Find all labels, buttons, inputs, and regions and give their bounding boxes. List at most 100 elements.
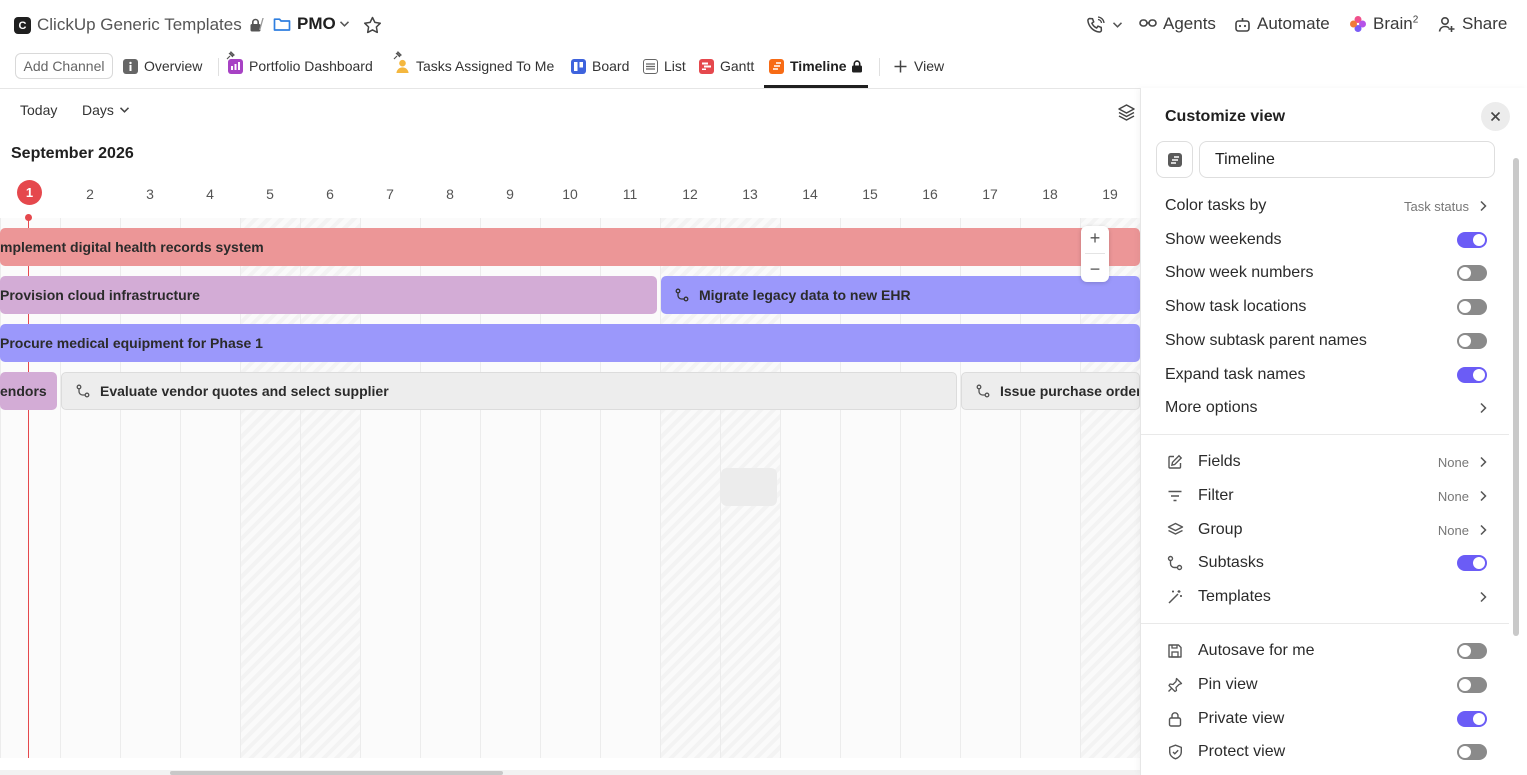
chevron-right-icon xyxy=(1479,456,1487,468)
panel-scrollbar[interactable] xyxy=(1513,158,1519,636)
private-view-toggle[interactable] xyxy=(1457,711,1487,727)
tab-label: Board xyxy=(592,58,630,74)
task-name: Provision cloud infrastructure xyxy=(0,287,200,303)
lock-icon xyxy=(851,59,863,73)
subtasks-row[interactable]: Subtasks xyxy=(1165,551,1487,575)
show-subtask-parent-names-toggle[interactable] xyxy=(1457,333,1487,349)
scale-label: Days xyxy=(82,102,114,118)
tab-tasks-assigned-to-me[interactable]: Tasks Assigned To Me xyxy=(395,55,554,77)
chevron-right-icon xyxy=(1479,200,1487,212)
fields-row[interactable]: Fields None xyxy=(1165,450,1487,474)
plus-icon xyxy=(893,59,908,74)
timeline-grid[interactable]: 1 2 3 4 5 6 7 8 9 10 11 12 13 14 15 16 17 18 19 mplement d… xyxy=(0,178,1140,758)
robot-icon xyxy=(1234,16,1251,33)
workspace-logo[interactable]: C xyxy=(14,17,31,34)
private-view-row[interactable]: Private view xyxy=(1165,707,1487,731)
show-weekends-row[interactable]: Show weekends xyxy=(1165,228,1487,252)
view-icon-button[interactable] xyxy=(1156,141,1193,178)
setting-label: Autosave for me xyxy=(1198,642,1315,659)
call-icon[interactable] xyxy=(1086,16,1105,35)
tab-timeline[interactable]: Timeline xyxy=(769,55,863,77)
filter-row[interactable]: Filter None xyxy=(1165,484,1487,508)
show-weekends-toggle[interactable] xyxy=(1457,232,1487,248)
show-task-locations-toggle[interactable] xyxy=(1457,299,1487,315)
task-bar[interactable]: mplement digital health records system xyxy=(0,228,1140,266)
chevron-down-icon[interactable] xyxy=(339,20,350,28)
subtask-icon xyxy=(1165,553,1185,573)
templates-row[interactable]: Templates xyxy=(1165,585,1487,609)
more-options-row[interactable]: More options xyxy=(1165,396,1487,420)
show-task-locations-row[interactable]: Show task locations xyxy=(1165,295,1487,319)
star-icon[interactable] xyxy=(363,16,382,34)
autosave-row[interactable]: Autosave for me xyxy=(1165,639,1487,663)
task-bar[interactable]: Evaluate vendor quotes and select suppli… xyxy=(61,372,957,410)
protect-view-toggle[interactable] xyxy=(1457,744,1487,760)
protect-view-row[interactable]: Protect view xyxy=(1165,740,1487,764)
setting-value: None xyxy=(1437,488,1469,504)
timeline-icon xyxy=(1167,152,1183,168)
pin-view-toggle[interactable] xyxy=(1457,677,1487,693)
pin-view-row[interactable]: Pin view xyxy=(1165,673,1487,697)
expand-task-names-row[interactable]: Expand task names xyxy=(1165,363,1487,387)
color-tasks-by-row[interactable]: Color tasks by Task status xyxy=(1165,194,1487,218)
agents-button[interactable]: Agents xyxy=(1139,14,1216,34)
day-header: 17 xyxy=(982,186,998,202)
task-name: Issue purchase orders xyxy=(1000,383,1140,399)
zoom-out-button[interactable]: − xyxy=(1090,259,1101,280)
day-header: 5 xyxy=(266,186,274,202)
task-bar[interactable]: Procure medical equipment for Phase 1 xyxy=(0,324,1140,362)
tab-list[interactable]: List xyxy=(643,55,686,77)
task-bar[interactable]: Migrate legacy data to new EHR xyxy=(661,276,1140,314)
subtasks-toggle[interactable] xyxy=(1457,555,1487,571)
tab-overview[interactable]: Overview xyxy=(123,55,202,77)
show-week-numbers-toggle[interactable] xyxy=(1457,265,1487,281)
horizontal-scrollbar[interactable] xyxy=(170,771,503,775)
tab-gantt[interactable]: Gantt xyxy=(699,55,754,77)
share-person-icon xyxy=(1438,16,1456,33)
show-week-numbers-row[interactable]: Show week numbers xyxy=(1165,261,1487,285)
day-header: 13 xyxy=(742,186,758,202)
task-bar[interactable]: Provision cloud infrastructure xyxy=(0,276,657,314)
setting-label: Pin view xyxy=(1198,676,1258,693)
setting-label: Fields xyxy=(1198,453,1241,470)
scale-dropdown[interactable]: Days xyxy=(82,102,130,118)
chevron-down-icon[interactable] xyxy=(1112,21,1123,29)
close-button[interactable] xyxy=(1481,102,1510,131)
brain-button[interactable]: Brain2 xyxy=(1349,14,1418,34)
add-view-button[interactable]: View xyxy=(893,55,944,77)
tab-label: Timeline xyxy=(790,58,847,74)
show-subtask-parent-names-row[interactable]: Show subtask parent names xyxy=(1165,329,1487,353)
tab-portfolio-dashboard[interactable]: Portfolio Dashboard xyxy=(228,55,373,77)
add-channel-button[interactable]: Add Channel xyxy=(15,53,113,79)
today-button[interactable]: Today xyxy=(20,102,57,118)
agents-label: Agents xyxy=(1163,14,1216,33)
task-name: mplement digital health records system xyxy=(0,239,264,255)
setting-value: None xyxy=(1437,454,1469,470)
setting-label: Private view xyxy=(1198,710,1285,727)
breadcrumb-space[interactable]: PMO xyxy=(297,14,336,34)
autosave-toggle[interactable] xyxy=(1457,643,1487,659)
group-row[interactable]: Group None xyxy=(1165,518,1487,542)
timeline-icon xyxy=(769,58,784,74)
setting-value: None xyxy=(1437,522,1469,538)
layers-icon[interactable] xyxy=(1117,103,1136,121)
tab-board[interactable]: Board xyxy=(571,55,629,77)
task-bar[interactable]: endors xyxy=(0,372,57,410)
share-button[interactable]: Share xyxy=(1438,14,1507,34)
view-name-input[interactable] xyxy=(1199,141,1495,178)
setting-label: Color tasks by xyxy=(1165,197,1267,214)
breadcrumb-workspace[interactable]: ClickUp Generic Templates xyxy=(37,15,262,35)
day-header: 6 xyxy=(326,186,334,202)
day-header: 2 xyxy=(86,186,94,202)
task-bar[interactable]: Issue purchase orders xyxy=(961,372,1140,410)
day-header: 3 xyxy=(146,186,154,202)
setting-label: Show weekends xyxy=(1165,231,1282,248)
setting-label: Templates xyxy=(1198,588,1271,605)
tab-label: List xyxy=(664,58,686,74)
automate-button[interactable]: Automate xyxy=(1234,14,1330,34)
zoom-in-button[interactable]: + xyxy=(1090,228,1101,249)
day-header: 19 xyxy=(1102,186,1118,202)
expand-task-names-toggle[interactable] xyxy=(1457,367,1487,383)
day-header: 8 xyxy=(446,186,454,202)
breadcrumb-separator: / xyxy=(259,15,264,34)
